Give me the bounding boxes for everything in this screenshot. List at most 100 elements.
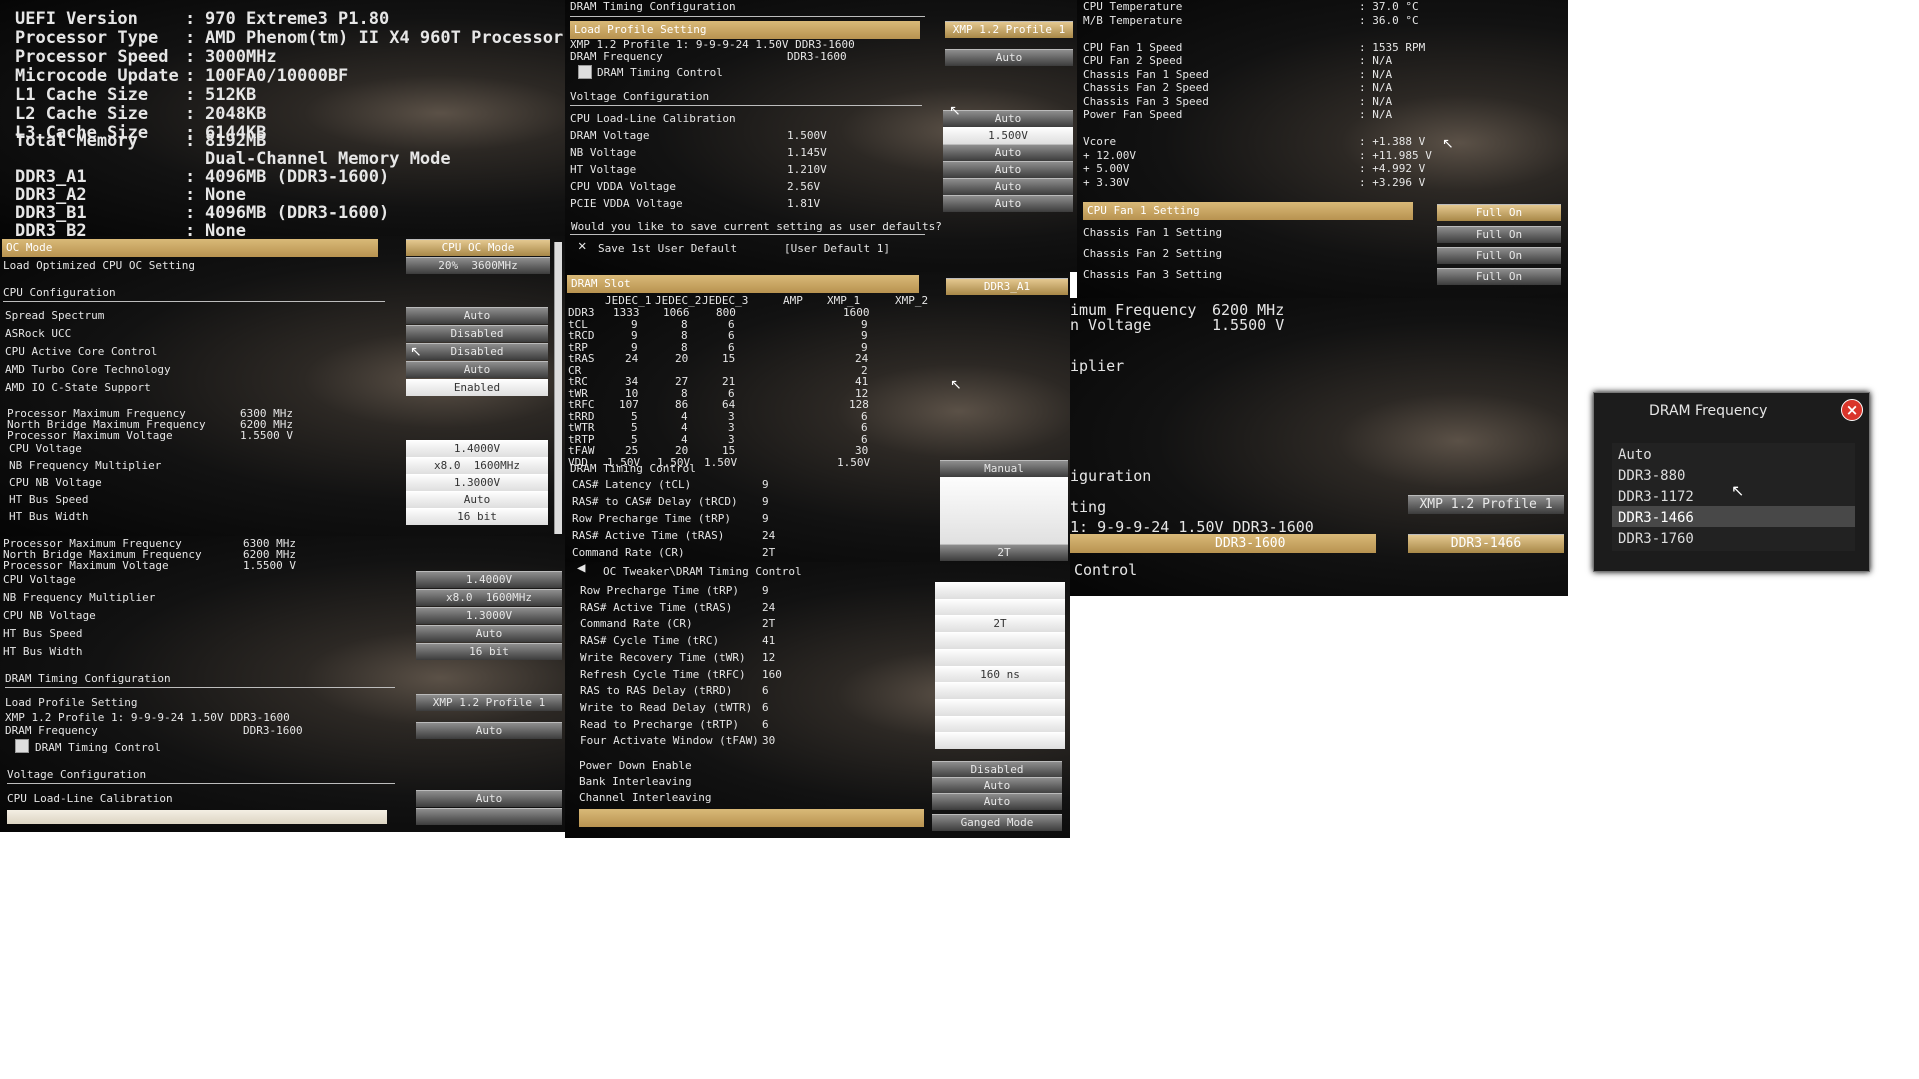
setting-button[interactable]	[416, 808, 562, 825]
oc-voltage-button[interactable]: 16 bit	[416, 643, 562, 660]
oc-voltage-label[interactable]: CPU Voltage	[9, 442, 82, 455]
timing-label[interactable]: CAS# Latency (tCL)	[572, 478, 691, 491]
tweaker-input[interactable]	[935, 582, 1065, 599]
highlighted-row[interactable]	[7, 810, 387, 824]
highlighted-row[interactable]	[579, 809, 924, 827]
dram-frequency-label[interactable]: DRAM Frequency	[570, 50, 663, 63]
dram-timing-control-item[interactable]: DRAM Timing Control	[35, 741, 161, 754]
voltage-label[interactable]: PCIE VDDA Voltage	[570, 197, 683, 210]
setting-label[interactable]: ting	[1070, 499, 1106, 516]
voltage-button[interactable]: Auto	[943, 161, 1073, 178]
oc-voltage-label[interactable]: CPU NB Voltage	[9, 476, 102, 489]
oc-setting-button[interactable]: Disabled	[406, 325, 548, 342]
fan-setting-button[interactable]: Full On	[1437, 226, 1561, 243]
fan-setting-label[interactable]: Chassis Fan 3 Setting	[1083, 268, 1222, 281]
voltage-button[interactable]: Auto	[943, 144, 1073, 161]
tweaker-input[interactable]: 2T	[935, 615, 1065, 633]
dram-slot-button[interactable]: DDR3_A1	[946, 278, 1068, 295]
oc-voltage-button[interactable]: 1.3000V	[416, 607, 562, 624]
tweaker-label[interactable]: RAS to RAS Delay (tRRD)	[580, 684, 732, 697]
oc-voltage-label[interactable]: NB Frequency Multiplier	[9, 459, 161, 472]
tweaker-input[interactable]	[935, 682, 1065, 700]
control-label[interactable]: Control	[1074, 562, 1137, 579]
voltage-label[interactable]: CPU VDDA Voltage	[570, 180, 676, 193]
voltage-button[interactable]: Auto	[943, 110, 1073, 127]
dram-frequency-button[interactable]: Auto	[416, 722, 562, 739]
tweaker-label[interactable]: Four Activate Window (tFAW)	[580, 734, 759, 747]
oc-voltage-label[interactable]: NB Frequency Multiplier	[3, 591, 155, 604]
oc-setting-button[interactable]: Auto	[406, 361, 548, 378]
voltage-label[interactable]: NB Voltage	[570, 146, 636, 159]
oc-voltage-label[interactable]: HT Bus Speed	[9, 493, 88, 506]
voltage-button[interactable]: Auto	[943, 195, 1073, 212]
dram-frequency-option[interactable]: DDR3-1760	[1612, 527, 1855, 551]
llc-label[interactable]: CPU Load-Line Calibration	[7, 792, 173, 805]
fan-setting-label[interactable]: Chassis Fan 2 Setting	[1083, 247, 1222, 260]
oc-setting-button[interactable]: Disabled	[406, 343, 548, 360]
oc-setting-label[interactable]: AMD Turbo Core Technology	[5, 363, 171, 376]
llc-button[interactable]: Auto	[416, 790, 562, 807]
tweaker-input[interactable]	[935, 598, 1065, 616]
channel-mode-button[interactable]: Ganged Mode	[932, 814, 1062, 831]
dram-frequency-button[interactable]: Auto	[945, 49, 1073, 66]
dram-slot-row[interactable]: DRAM Slot	[567, 275, 919, 293]
close-icon[interactable]: ×	[1841, 399, 1863, 421]
fan-setting-button[interactable]: Full On	[1437, 247, 1561, 264]
voltage-button[interactable]: Auto	[943, 178, 1073, 195]
multiplier-label[interactable]: iplier	[1070, 358, 1124, 375]
tweaker-label[interactable]: Row Precharge Time (tRP)	[580, 584, 739, 597]
voltage-label[interactable]: CPU Load-Line Calibration	[570, 112, 736, 125]
scrollbar[interactable]	[554, 242, 562, 534]
tweaker-label[interactable]: Bank Interleaving	[579, 775, 692, 788]
oc-voltage-button[interactable]: Auto	[416, 625, 562, 642]
load-profile-row[interactable]: Load Profile Setting	[570, 21, 920, 39]
tweaker-input[interactable]	[935, 632, 1065, 650]
back-arrow-icon[interactable]: ◀	[577, 562, 585, 575]
tweaker-label[interactable]: Read to Precharge (tRTP)	[580, 718, 739, 731]
dram-frequency-label[interactable]: DRAM Frequency	[5, 724, 98, 737]
cpu-fan-setting-button[interactable]: Full On	[1437, 204, 1561, 221]
load-profile-label[interactable]: Load Profile Setting	[5, 696, 137, 709]
tweaker-label[interactable]: Refresh Cycle Time (tRFC)	[580, 668, 746, 681]
fan-setting-button[interactable]: Full On	[1437, 268, 1561, 285]
oc-voltage-button[interactable]: Auto	[406, 491, 548, 508]
tweaker-input[interactable]	[935, 732, 1065, 750]
dram-frequency-row[interactable]: DDR3-1600	[1070, 534, 1376, 553]
timing-label[interactable]: Command Rate (CR)	[572, 546, 685, 559]
tweaker-label[interactable]: Write to Read Delay (tWTR)	[580, 701, 752, 714]
timing-label[interactable]: RAS# Active Time (tRAS)	[572, 529, 724, 542]
fan-setting-label[interactable]: Chassis Fan 1 Setting	[1083, 226, 1222, 239]
oc-voltage-label[interactable]: HT Bus Width	[9, 510, 88, 523]
tweaker-button[interactable]: Auto	[932, 777, 1062, 794]
tweaker-input[interactable]	[935, 715, 1065, 733]
tweaker-button[interactable]: Disabled	[932, 761, 1062, 778]
dram-timing-control-label[interactable]: DRAM Timing Control	[570, 462, 696, 475]
dram-timing-control-button[interactable]: Manual	[940, 460, 1068, 477]
oc-setting-label[interactable]: Spread Spectrum	[5, 309, 104, 322]
load-profile-button[interactable]: XMP 1.2 Profile 1	[416, 694, 562, 711]
tweaker-label[interactable]: RAS# Cycle Time (tRC)	[580, 634, 719, 647]
oc-voltage-button[interactable]: 16 bit	[406, 508, 548, 525]
timing-label[interactable]: Row Precharge Time (tRP)	[572, 512, 731, 525]
timing-label[interactable]: RAS# to CAS# Delay (tRCD)	[572, 495, 738, 508]
save-user-default-item[interactable]: Save 1st User Default	[598, 242, 737, 255]
oc-setting-label[interactable]: AMD IO C-State Support	[5, 381, 151, 394]
oc-voltage-label[interactable]: HT Bus Width	[3, 645, 82, 658]
oc-voltage-label[interactable]: CPU Voltage	[3, 573, 76, 586]
tweaker-label[interactable]: Command Rate (CR)	[580, 617, 693, 630]
oc-voltage-button[interactable]: x8.0 1600MHz	[416, 589, 562, 606]
tweaker-label[interactable]: Power Down Enable	[579, 759, 692, 772]
load-optimized-label[interactable]: Load Optimized CPU OC Setting	[3, 259, 195, 272]
load-profile-button[interactable]: XMP 1.2 Profile 1	[945, 21, 1073, 38]
tweaker-label[interactable]: Write Recovery Time (tWR)	[580, 651, 746, 664]
tweaker-button[interactable]: Auto	[932, 793, 1062, 810]
profile-button[interactable]: XMP 1.2 Profile 1	[1408, 495, 1564, 514]
dram-timing-control-item[interactable]: DRAM Timing Control	[597, 66, 723, 79]
oc-voltage-label[interactable]: HT Bus Speed	[3, 627, 82, 640]
oc-voltage-button[interactable]: x8.0 1600MHz	[406, 457, 548, 474]
dram-frequency-button[interactable]: DDR3-1466	[1408, 534, 1564, 553]
oc-voltage-button[interactable]: 1.4000V	[416, 571, 562, 588]
tweaker-input[interactable]: 160 ns	[935, 665, 1065, 683]
cpu-fan-setting-row[interactable]: CPU Fan 1 Setting	[1083, 202, 1413, 220]
voltage-button[interactable]: 1.500V	[943, 127, 1073, 144]
